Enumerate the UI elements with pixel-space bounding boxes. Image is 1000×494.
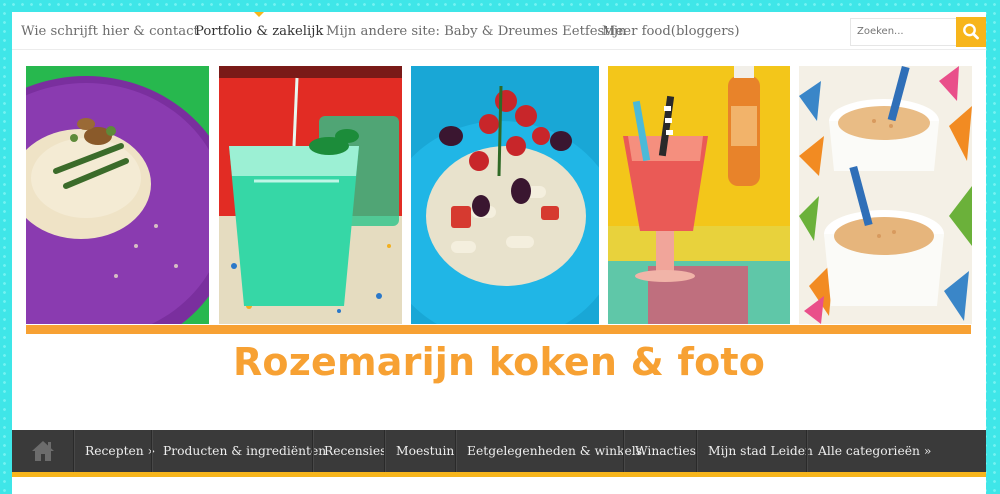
main-nav-moestuin[interactable]: Moestuin [384, 430, 456, 472]
content-area-top [12, 478, 986, 494]
top-nav-item-portfolio[interactable]: Portfolio & zakelijk [195, 12, 323, 49]
top-nav-item-more-food[interactable]: Meer food(bloggers) [602, 12, 739, 49]
search-icon [963, 23, 979, 40]
main-nav-recepten[interactable]: Recepten » [73, 430, 161, 472]
header-photo-hummus[interactable] [799, 66, 972, 324]
main-nav-recensies[interactable]: Recensies [312, 430, 386, 472]
header-divider [26, 325, 971, 334]
top-navigation: Wie schrijft hier & contact Portfolio & … [12, 12, 986, 50]
header-photo-pasta-salad[interactable] [411, 66, 599, 324]
search-box [850, 18, 958, 46]
top-nav-item-other-site[interactable]: Mijn andere site: Baby & Dreumes Eetfest… [326, 12, 626, 49]
header-photo-smoothie[interactable] [608, 66, 790, 324]
header-photo-risotto[interactable] [26, 66, 209, 324]
search-button[interactable] [956, 17, 986, 47]
page-container: Wie schrijft hier & contact Portfolio & … [12, 12, 986, 494]
search-input[interactable] [851, 19, 955, 44]
main-navigation: Recepten » Producten & ingrediënten Rece… [12, 430, 986, 477]
main-nav-alle-categorieen[interactable]: Alle categorieën » [806, 430, 938, 472]
header-photo-green-drink[interactable] [219, 66, 402, 324]
main-nav-eetgelegenheden[interactable]: Eetgelegenheden & winkels [455, 430, 642, 472]
home-button[interactable] [30, 439, 56, 463]
home-icon [32, 441, 54, 461]
main-nav-producten[interactable]: Producten & ingrediënten [151, 430, 326, 472]
site-title[interactable]: Rozemarijn koken & foto [12, 340, 986, 384]
main-nav-leiden[interactable]: Mijn stad Leiden [696, 430, 818, 472]
top-nav-item-contact[interactable]: Wie schrijft hier & contact [21, 12, 199, 49]
